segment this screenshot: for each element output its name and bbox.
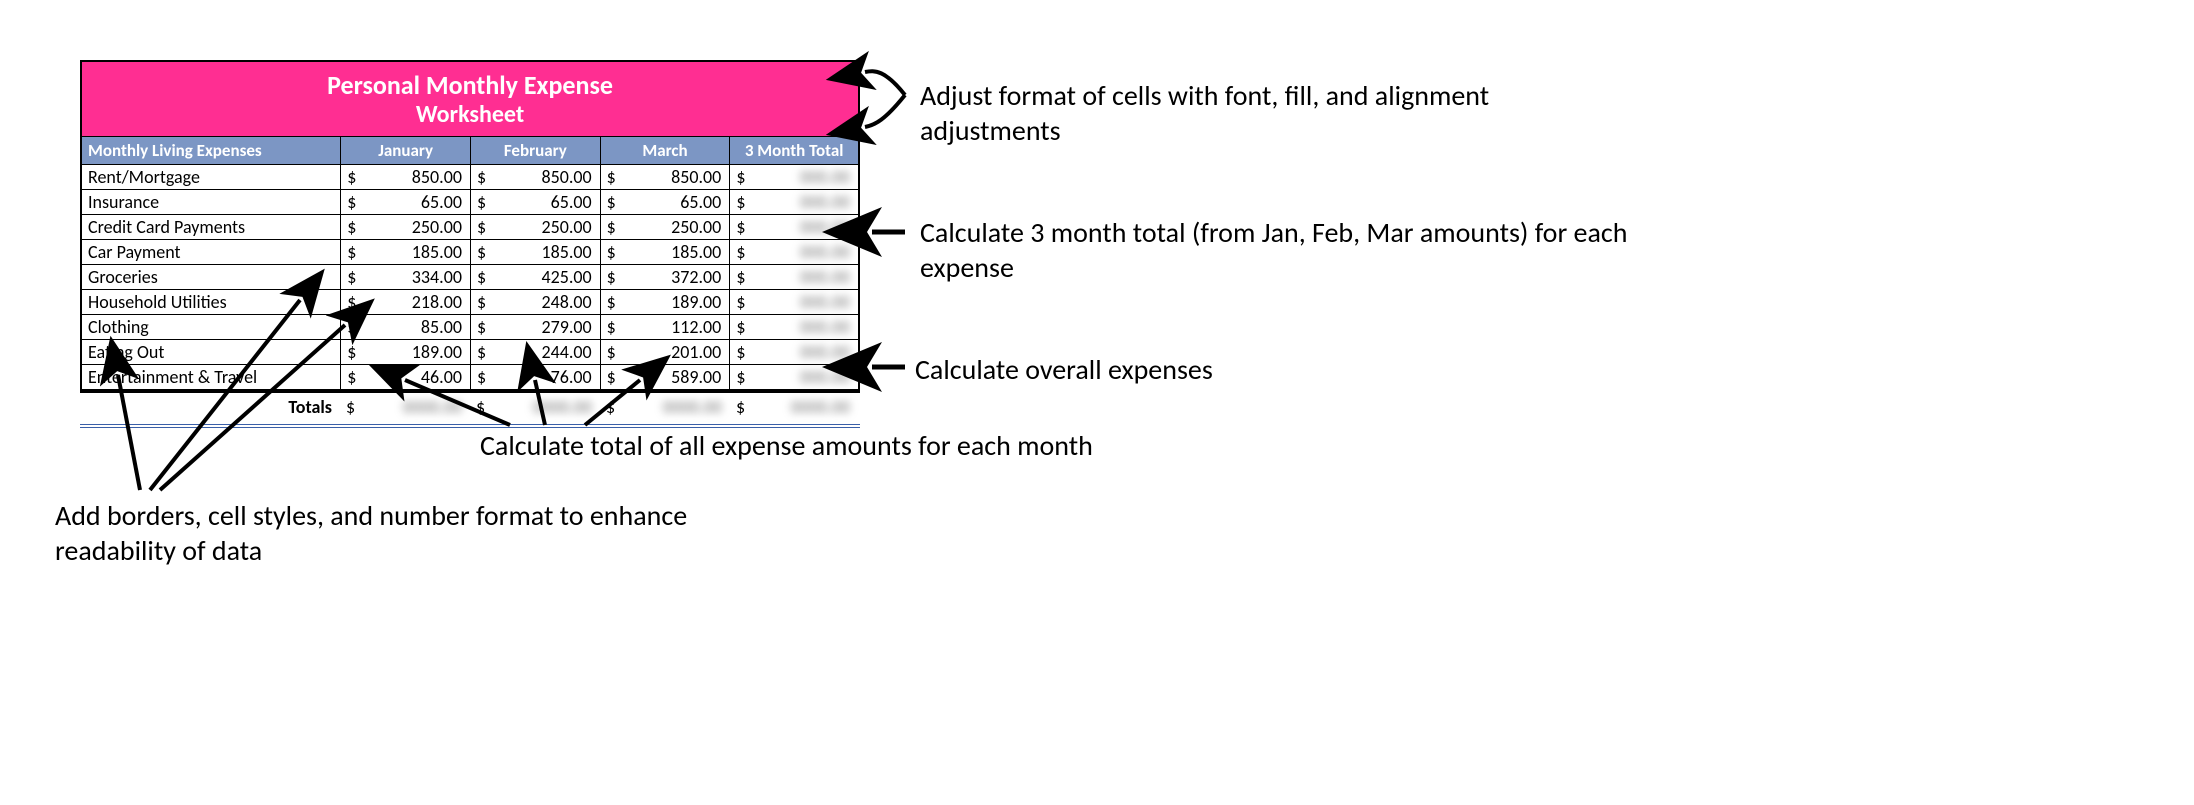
cell-jan: $185.00: [341, 240, 471, 264]
diagram-page: { "title": { "line1": "Personal Monthly …: [0, 0, 2194, 805]
table-row: Eating Out$189.00$244.00$201.00$000.00: [82, 339, 858, 364]
cell-jan: $189.00: [341, 340, 471, 364]
row-label: Rent/Mortgage: [82, 165, 341, 189]
cell-mar: $112.00: [601, 315, 731, 339]
cell-feb: $250.00: [471, 215, 601, 239]
cell-feb: $65.00: [471, 190, 601, 214]
header-mar: March: [601, 137, 731, 164]
totals-grand: $0000.00: [730, 393, 858, 421]
cell-jan: $334.00: [341, 265, 471, 289]
title-line2: Worksheet: [82, 101, 858, 130]
cell-total: $000.00: [730, 190, 858, 214]
table-row: Groceries$334.00$425.00$372.00$000.00: [82, 264, 858, 289]
cell-jan: $250.00: [341, 215, 471, 239]
cell-total: $000.00: [730, 290, 858, 314]
totals-label: Totals: [288, 396, 332, 418]
table-row: Rent/Mortgage$850.00$850.00$850.00$000.0…: [82, 164, 858, 189]
cell-feb: $76.00: [471, 365, 601, 389]
totals-row-container: Totals $0000.00 $0000.00 $0000.00 $0000.…: [80, 391, 860, 428]
cell-mar: $250.00: [601, 215, 731, 239]
cell-mar: $589.00: [601, 365, 731, 389]
expense-worksheet: Personal Monthly Expense Worksheet Month…: [80, 60, 860, 391]
table-row: Credit Card Payments$250.00$250.00$250.0…: [82, 214, 858, 239]
table-row: Car Payment$185.00$185.00$185.00$000.00: [82, 239, 858, 264]
totals-mar: $0000.00: [600, 393, 730, 421]
table-row: Household Utilities$218.00$248.00$189.00…: [82, 289, 858, 314]
callout-format: Adjust format of cells with font, fill, …: [920, 78, 1620, 148]
cell-feb: $185.00: [471, 240, 601, 264]
row-label: Credit Card Payments: [82, 215, 341, 239]
header-jan: January: [341, 137, 471, 164]
cell-total: $000.00: [730, 240, 858, 264]
cell-feb: $248.00: [471, 290, 601, 314]
header-feb: February: [471, 137, 601, 164]
cell-mar: $372.00: [601, 265, 731, 289]
title-bar: Personal Monthly Expense Worksheet: [82, 62, 858, 136]
data-rows: Rent/Mortgage$850.00$850.00$850.00$000.0…: [82, 164, 858, 389]
table-row: Insurance$65.00$65.00$65.00$000.00: [82, 189, 858, 214]
header-label: Monthly Living Expenses: [82, 137, 341, 164]
row-label: Household Utilities: [82, 290, 341, 314]
callout-borders: Add borders, cell styles, and number for…: [55, 498, 775, 568]
callout-month-total: Calculate total of all expense amounts f…: [480, 428, 1380, 463]
cell-total: $000.00: [730, 365, 858, 389]
header-total: 3 Month Total: [730, 137, 858, 164]
cell-total: $000.00: [730, 340, 858, 364]
cell-jan: $65.00: [341, 190, 471, 214]
row-label: Groceries: [82, 265, 341, 289]
cell-total: $000.00: [730, 315, 858, 339]
row-label: Insurance: [82, 190, 341, 214]
column-header-row: Monthly Living Expenses January February…: [82, 136, 858, 164]
cell-jan: $85.00: [341, 315, 471, 339]
title-line1: Personal Monthly Expense: [82, 70, 858, 101]
cell-jan: $46.00: [341, 365, 471, 389]
row-label: Entertainment & Travel: [82, 365, 341, 389]
table-row: Clothing$85.00$279.00$112.00$000.00: [82, 314, 858, 339]
cell-mar: $201.00: [601, 340, 731, 364]
row-label: Car Payment: [82, 240, 341, 264]
cell-jan: $850.00: [341, 165, 471, 189]
callout-overall: Calculate overall expenses: [915, 352, 1615, 387]
callout-three-month: Calculate 3 month total (from Jan, Feb, …: [920, 215, 1680, 285]
totals-jan: $0000.00: [340, 393, 470, 421]
cell-feb: $279.00: [471, 315, 601, 339]
cell-total: $000.00: [730, 265, 858, 289]
row-label: Clothing: [82, 315, 341, 339]
cell-mar: $185.00: [601, 240, 731, 264]
row-label: Eating Out: [82, 340, 341, 364]
cell-mar: $850.00: [601, 165, 731, 189]
cell-total: $000.00: [730, 215, 858, 239]
cell-feb: $244.00: [471, 340, 601, 364]
totals-feb: $0000.00: [470, 393, 600, 421]
cell-mar: $65.00: [601, 190, 731, 214]
cell-total: $000.00: [730, 165, 858, 189]
totals-row: Totals $0000.00 $0000.00 $0000.00 $0000.…: [80, 391, 860, 428]
cell-feb: $850.00: [471, 165, 601, 189]
cell-mar: $189.00: [601, 290, 731, 314]
table-row: Entertainment & Travel$46.00$76.00$589.0…: [82, 364, 858, 389]
cell-jan: $218.00: [341, 290, 471, 314]
cell-feb: $425.00: [471, 265, 601, 289]
